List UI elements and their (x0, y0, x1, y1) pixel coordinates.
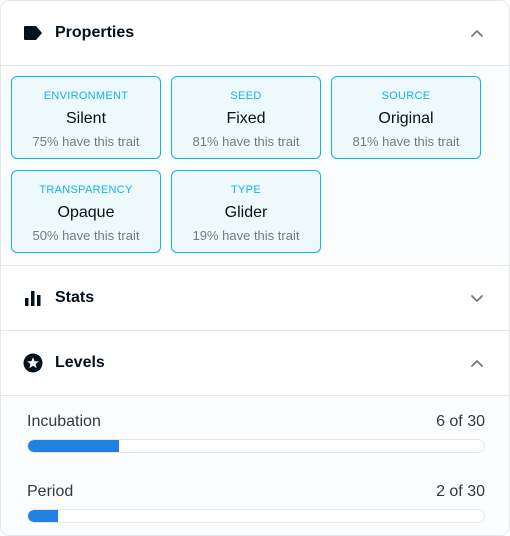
level-name: Incubation (27, 413, 101, 430)
level-item: Period 2 of 30 (27, 482, 485, 523)
trait-card[interactable]: ENVIRONMENT Silent 75% have this trait (11, 76, 161, 159)
trait-type: SOURCE (381, 90, 431, 102)
level-progress-bar (27, 439, 485, 453)
bar-chart-icon (23, 288, 43, 308)
star-circle-icon (23, 353, 43, 373)
trait-card[interactable]: SOURCE Original 81% have this trait (331, 76, 481, 159)
trait-rarity: 50% have this trait (32, 228, 140, 243)
levels-body: Incubation 6 of 30 Period 2 of 30 (1, 396, 509, 535)
trait-type: TRANSPARENCY (39, 184, 133, 196)
trait-value: Original (378, 110, 434, 127)
properties-body: ENVIRONMENT Silent 75% have this trait S… (1, 66, 509, 265)
trait-type: SEED (230, 90, 262, 102)
level-progress-bar (27, 509, 485, 523)
trait-rarity: 75% have this trait (32, 134, 140, 149)
tag-icon (23, 23, 43, 43)
level-value: 2 of 30 (436, 483, 485, 500)
level-value: 6 of 30 (436, 413, 485, 430)
trait-rarity: 81% have this trait (352, 134, 460, 149)
trait-type: TYPE (231, 184, 261, 196)
level-progress-fill (28, 440, 120, 452)
chevron-up-icon[interactable] (469, 25, 485, 41)
properties-header[interactable]: Properties (1, 1, 509, 65)
stats-header[interactable]: Stats (1, 266, 509, 330)
trait-type: ENVIRONMENT (43, 90, 129, 102)
levels-header[interactable]: Levels (1, 331, 509, 395)
level-item: Incubation 6 of 30 (27, 412, 485, 453)
trait-card[interactable]: TYPE Glider 19% have this trait (171, 170, 321, 253)
properties-title: Properties (55, 24, 135, 41)
trait-value: Glider (224, 204, 268, 221)
trait-value: Fixed (226, 110, 266, 127)
trait-value: Silent (65, 110, 107, 127)
trait-rarity: 81% have this trait (192, 134, 300, 149)
chevron-down-icon[interactable] (469, 290, 485, 306)
level-progress-fill (28, 510, 59, 522)
trait-card[interactable]: TRANSPARENCY Opaque 50% have this trait (11, 170, 161, 253)
trait-card[interactable]: SEED Fixed 81% have this trait (171, 76, 321, 159)
trait-rarity: 19% have this trait (192, 228, 300, 243)
chevron-up-icon[interactable] (469, 355, 485, 371)
stats-title: Stats (55, 289, 95, 306)
levels-title: Levels (55, 354, 105, 371)
item-details-panel: Properties ENVIRONMENT Silent 75% have t… (0, 0, 510, 536)
level-name: Period (27, 483, 74, 500)
trait-value: Opaque (57, 204, 115, 221)
